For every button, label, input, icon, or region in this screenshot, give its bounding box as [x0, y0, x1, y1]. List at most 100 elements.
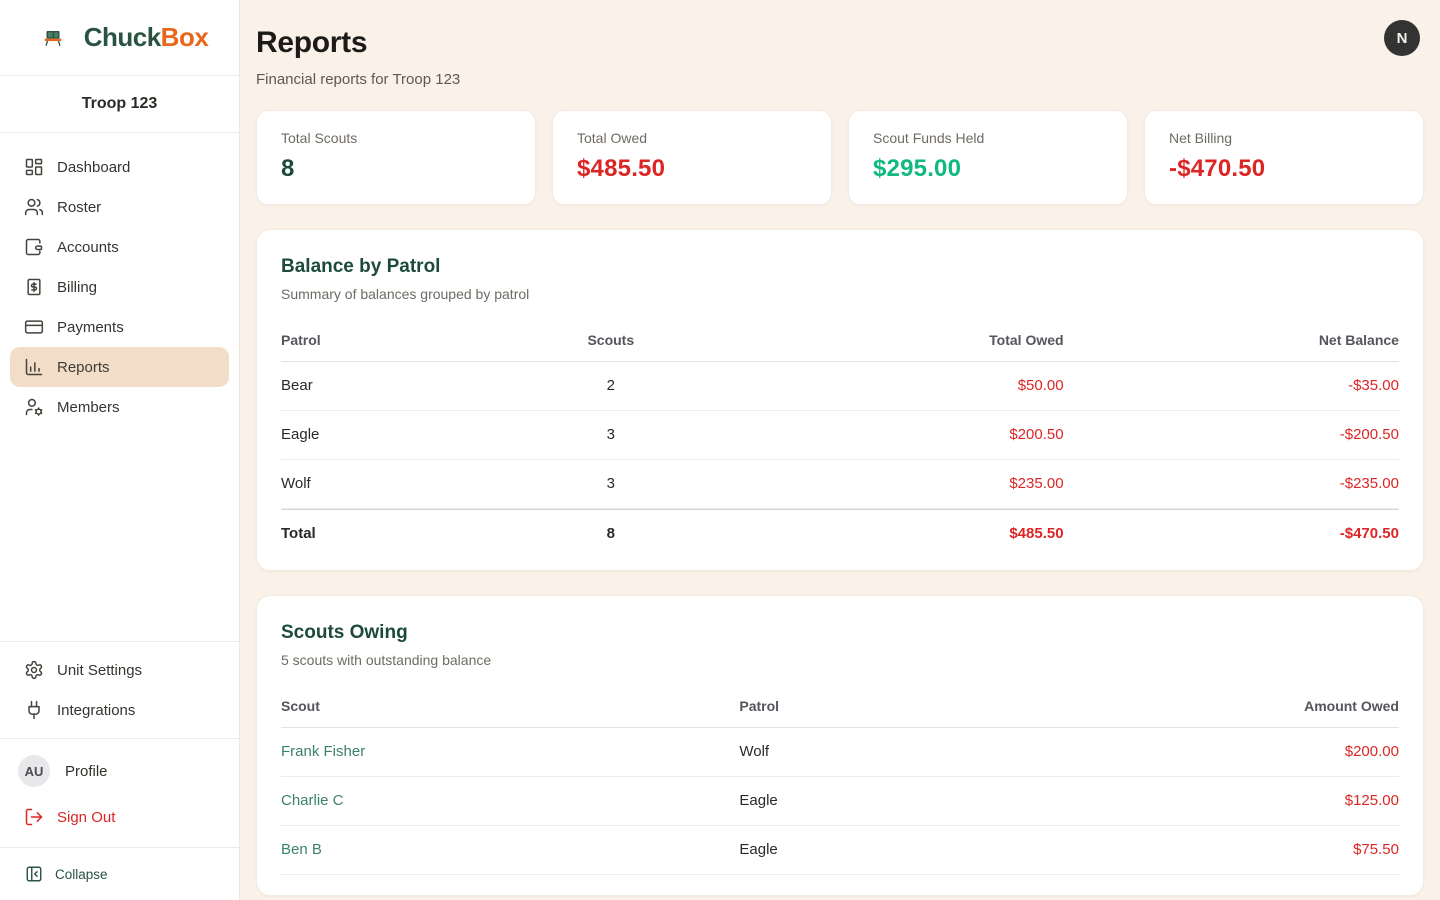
brand-name: ChuckBox: [84, 22, 209, 53]
sidebar-item-label: Accounts: [57, 239, 119, 256]
app-root: ChuckBox Troop 123 Dashboard Roster Ac: [0, 0, 1440, 900]
sidebar-item-reports[interactable]: Reports: [10, 347, 229, 387]
plug-icon: [24, 700, 44, 720]
stats-row: Total Scouts 8 Total Owed $485.50 Scout …: [256, 110, 1424, 205]
sign-out-button[interactable]: Sign Out: [10, 795, 229, 839]
stat-card-total-owed: Total Owed $485.50: [552, 110, 832, 205]
scouts-cell: 8: [561, 525, 662, 542]
total-owed-cell: $50.00: [661, 377, 1063, 394]
sidebar-spacer: [0, 427, 239, 641]
stat-value: -$470.50: [1169, 155, 1399, 183]
column-header-patrol: Patrol: [739, 698, 1108, 714]
net-balance-cell: -$235.00: [1064, 475, 1399, 492]
table-row: Ben B Eagle $75.50: [281, 826, 1399, 875]
wallet-icon: [24, 237, 44, 257]
page-title: Reports: [256, 26, 1424, 60]
sidebar-collapse-section: Collapse: [0, 847, 239, 900]
dashboard-icon: [24, 157, 44, 177]
sidebar-item-label: Roster: [57, 199, 101, 216]
user-cog-icon: [24, 397, 44, 417]
sidebar-item-accounts[interactable]: Accounts: [10, 227, 229, 267]
sidebar-settings-section: Unit Settings Integrations: [0, 641, 239, 738]
sidebar-item-label: Dashboard: [57, 159, 130, 176]
total-owed-cell: $200.50: [661, 426, 1063, 443]
column-header-amount-owed: Amount Owed: [1108, 698, 1399, 714]
sidebar-profile-section: AU Profile Sign Out: [0, 738, 239, 847]
sidebar-item-label: Unit Settings: [57, 662, 142, 679]
user-avatar[interactable]: N: [1384, 20, 1420, 56]
total-owed-cell: $485.50: [661, 525, 1063, 542]
scouts-owing-table: Scout Patrol Amount Owed Frank Fisher Wo…: [281, 689, 1399, 875]
troop-name: Troop 123: [0, 76, 239, 133]
collapse-sidebar-button[interactable]: Collapse: [10, 856, 229, 892]
gear-icon: [24, 660, 44, 680]
sidebar-item-members[interactable]: Members: [10, 387, 229, 427]
scouts-cell: 3: [561, 426, 662, 443]
net-balance-cell: -$200.50: [1064, 426, 1399, 443]
balance-by-patrol-card: Balance by Patrol Summary of balances gr…: [256, 229, 1424, 571]
sidebar-item-label: Payments: [57, 319, 124, 336]
sidebar: ChuckBox Troop 123 Dashboard Roster Ac: [0, 0, 240, 900]
stat-card-net-billing: Net Billing -$470.50: [1144, 110, 1424, 205]
sidebar-item-label: Reports: [57, 359, 110, 376]
sidebar-item-roster[interactable]: Roster: [10, 187, 229, 227]
profile-button[interactable]: AU Profile: [10, 747, 229, 795]
column-header-scout: Scout: [281, 698, 739, 714]
scout-link[interactable]: Charlie C: [281, 792, 739, 809]
sidebar-item-label: Integrations: [57, 702, 135, 719]
column-header-net-balance: Net Balance: [1064, 332, 1399, 348]
sidebar-item-billing[interactable]: Billing: [10, 267, 229, 307]
sidebar-item-label: Billing: [57, 279, 97, 296]
scouts-cell: 2: [561, 377, 662, 394]
stat-label: Total Owed: [577, 130, 807, 146]
table-row: Charlie C Eagle $125.00: [281, 777, 1399, 826]
card-subtitle: 5 scouts with outstanding balance: [281, 652, 1399, 668]
stat-label: Total Scouts: [281, 130, 511, 146]
collapse-label: Collapse: [55, 867, 108, 882]
scouts-cell: 3: [561, 475, 662, 492]
table-header-row: Scout Patrol Amount Owed: [281, 689, 1399, 728]
stat-value: $485.50: [577, 155, 807, 183]
sidebar-item-dashboard[interactable]: Dashboard: [10, 147, 229, 187]
sidebar-item-payments[interactable]: Payments: [10, 307, 229, 347]
panel-collapse-icon: [24, 864, 44, 884]
table-row: Eagle 3 $200.50 -$200.50: [281, 411, 1399, 460]
scout-link[interactable]: Frank Fisher: [281, 743, 739, 760]
table-header-row: Patrol Scouts Total Owed Net Balance: [281, 323, 1399, 362]
net-balance-cell: -$35.00: [1064, 377, 1399, 394]
stat-card-scout-funds-held: Scout Funds Held $295.00: [848, 110, 1128, 205]
amount-owed-cell: $75.50: [1108, 841, 1399, 858]
sidebar-item-integrations[interactable]: Integrations: [10, 690, 229, 730]
credit-card-icon: [24, 317, 44, 337]
brand-logo[interactable]: ChuckBox: [0, 0, 239, 76]
card-title: Scouts Owing: [281, 622, 1399, 644]
patrol-cell: Wolf: [739, 743, 1108, 760]
patrol-cell: Wolf: [281, 475, 561, 492]
bar-chart-icon: [24, 357, 44, 377]
column-header-total-owed: Total Owed: [661, 332, 1063, 348]
amount-owed-cell: $200.00: [1108, 743, 1399, 760]
table-row: Frank Fisher Wolf $200.00: [281, 728, 1399, 777]
sidebar-item-unit-settings[interactable]: Unit Settings: [10, 650, 229, 690]
stat-value: 8: [281, 155, 511, 183]
profile-label: Profile: [65, 763, 108, 780]
scouts-owing-card: Scouts Owing 5 scouts with outstanding b…: [256, 595, 1424, 896]
card-subtitle: Summary of balances grouped by patrol: [281, 286, 1399, 302]
table-row: Wolf 3 $235.00 -$235.00: [281, 460, 1399, 509]
main-content: N Reports Financial reports for Troop 12…: [240, 0, 1440, 900]
stat-card-total-scouts: Total Scouts 8: [256, 110, 536, 205]
users-icon: [24, 197, 44, 217]
billing-dollar-icon: [24, 277, 44, 297]
net-balance-cell: -$470.50: [1064, 525, 1399, 542]
chuckbox-logo-icon: [31, 17, 75, 59]
table-total-row: Total 8 $485.50 -$470.50: [281, 509, 1399, 550]
patrol-cell: Eagle: [281, 426, 561, 443]
column-header-scouts: Scouts: [561, 332, 662, 348]
patrol-cell: Eagle: [739, 841, 1108, 858]
stat-value: $295.00: [873, 155, 1103, 183]
sign-out-icon: [24, 807, 44, 827]
stat-label: Net Billing: [1169, 130, 1399, 146]
table-row: Bear 2 $50.00 -$35.00: [281, 362, 1399, 411]
main-nav: Dashboard Roster Accounts Billing: [0, 133, 239, 427]
scout-link[interactable]: Ben B: [281, 841, 739, 858]
